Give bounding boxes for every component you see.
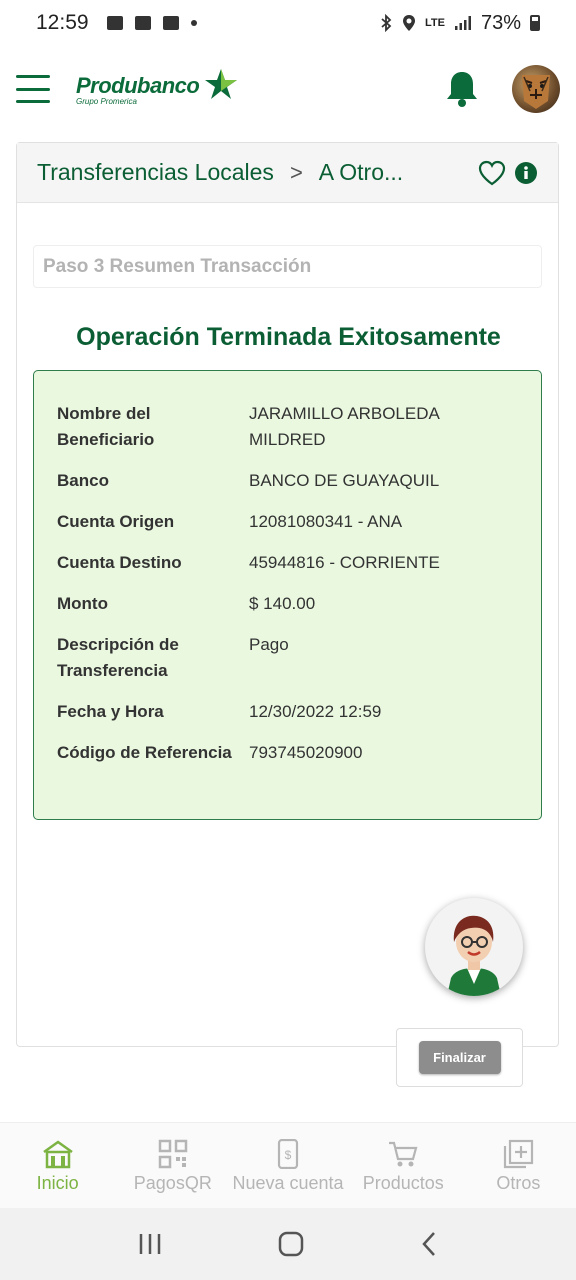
- breadcrumb: Transferencias Locales > A Otro...: [17, 143, 558, 203]
- summary-label: Monto: [57, 594, 108, 613]
- summary-row-codigo: Código de Referencia 793745020900: [57, 740, 519, 766]
- nav-item-otros[interactable]: Otros: [461, 1123, 576, 1208]
- nav-label-otros: Otros: [496, 1173, 541, 1193]
- summary-row-monto: Monto $ 140.00: [57, 591, 519, 617]
- summary-label: Nombre del Beneficiario: [57, 404, 155, 449]
- summary-row-cuenta-destino: Cuenta Destino 45944816 - CORRIENTE: [57, 550, 519, 576]
- more-notifications-icon: [190, 20, 197, 26]
- step-indicator: Paso 3 Resumen Transacción: [33, 245, 542, 288]
- summary-row-banco: Banco BANCO DE GUAYAQUIL: [57, 468, 519, 494]
- location-icon: [403, 15, 415, 31]
- plus-square-icon: [504, 1139, 534, 1169]
- bottom-nav: Inicio PagosQR $ Nueva cuenta Productos: [0, 1122, 576, 1208]
- nav-label-productos: Productos: [362, 1173, 444, 1193]
- avatar[interactable]: [512, 65, 560, 113]
- summary-label: Cuenta Origen: [57, 512, 175, 531]
- nav-label-nueva-cuenta: Nueva cuenta: [232, 1173, 344, 1193]
- transaction-summary: Nombre del Beneficiario JARAMILLO ARBOLE…: [33, 370, 542, 820]
- nav-label-pagosqr: PagosQR: [133, 1173, 212, 1193]
- summary-value: 793745020900: [249, 743, 363, 762]
- summary-label: Cuenta Destino: [57, 553, 182, 572]
- menu-icon[interactable]: [16, 75, 50, 103]
- star-logo-icon: [205, 68, 238, 99]
- assistant-avatar-icon: [447, 915, 501, 996]
- summary-row-fecha: Fecha y Hora 12/30/2022 12:59: [57, 699, 519, 725]
- step-label: Paso 3 Resumen Transacción: [43, 255, 312, 277]
- app-header: Produbanco Grupo Promerica: [0, 56, 576, 122]
- finalizar-container: Finalizar: [396, 1028, 523, 1087]
- back-icon[interactable]: [419, 1231, 439, 1257]
- summary-value: 45944816 - CORRIENTE: [249, 553, 440, 572]
- summary-row-descripcion: Descripción de Transferencia Pago: [57, 632, 519, 684]
- summary-label: Código de Referencia: [57, 743, 232, 762]
- finalizar-button[interactable]: Finalizar: [418, 1041, 501, 1074]
- bluetooth-icon: [381, 14, 392, 32]
- network-type: LTE: [425, 17, 445, 29]
- system-nav-bar: [0, 1208, 576, 1280]
- summary-value: JARAMILLO ARBOLEDA MILDRED: [249, 404, 439, 449]
- logo-name: Produbanco: [76, 72, 200, 98]
- news-icon: [162, 16, 179, 30]
- nav-label-inicio: Inicio: [36, 1173, 79, 1193]
- virtual-assistant-button[interactable]: [425, 898, 523, 996]
- heart-icon[interactable]: [478, 160, 506, 186]
- qr-code-icon: [158, 1139, 188, 1169]
- breadcrumb-transferencias[interactable]: Transferencias Locales: [37, 159, 274, 186]
- summary-value: 12081080341 - ANA: [249, 512, 403, 531]
- summary-row-cuenta-origen: Cuenta Origen 12081080341 - ANA: [57, 509, 519, 535]
- nav-item-inicio[interactable]: Inicio: [0, 1123, 115, 1208]
- summary-value: Pago: [249, 635, 289, 654]
- summary-value: BANCO DE GUAYAQUIL: [249, 471, 440, 490]
- battery-level: 73%: [480, 11, 521, 34]
- summary-value: 12/30/2022 12:59: [249, 702, 382, 721]
- chevron-right-icon: >: [289, 159, 303, 185]
- status-time: 12:59: [36, 11, 89, 34]
- cart-icon: [389, 1141, 418, 1167]
- tiger-avatar-icon: [522, 75, 550, 109]
- summary-value: $ 140.00: [249, 594, 316, 613]
- phone-dollar-icon: $: [277, 1139, 299, 1169]
- bell-icon[interactable]: [444, 69, 480, 109]
- home-icon: [42, 1140, 73, 1169]
- mail-icon: [106, 16, 123, 30]
- home-button-icon[interactable]: [277, 1230, 305, 1258]
- nav-item-nueva-cuenta[interactable]: $ Nueva cuenta: [230, 1123, 345, 1208]
- signal-icon: [454, 16, 471, 30]
- info-icon[interactable]: [514, 161, 538, 185]
- nav-item-productos[interactable]: Productos: [346, 1123, 461, 1208]
- svg-text:$: $: [285, 1148, 292, 1162]
- battery-icon: [530, 15, 540, 31]
- status-bar: 12:59 LTE 73%: [0, 0, 576, 46]
- summary-label: Banco: [57, 471, 109, 490]
- recent-apps-icon[interactable]: [137, 1232, 163, 1256]
- summary-label: Fecha y Hora: [57, 702, 164, 721]
- summary-label: Descripción de Transferencia: [57, 635, 179, 680]
- summary-row-beneficiario: Nombre del Beneficiario JARAMILLO ARBOLE…: [57, 401, 519, 453]
- breadcrumb-current: A Otro...: [318, 159, 404, 185]
- logo-subtitle: Grupo Promerica: [76, 96, 137, 106]
- nav-item-pagosqr[interactable]: PagosQR: [115, 1123, 230, 1208]
- produbanco-logo: Produbanco Grupo Promerica: [76, 68, 239, 106]
- image-icon: [134, 16, 151, 30]
- success-title: Operación Terminada Exitosamente: [76, 323, 501, 351]
